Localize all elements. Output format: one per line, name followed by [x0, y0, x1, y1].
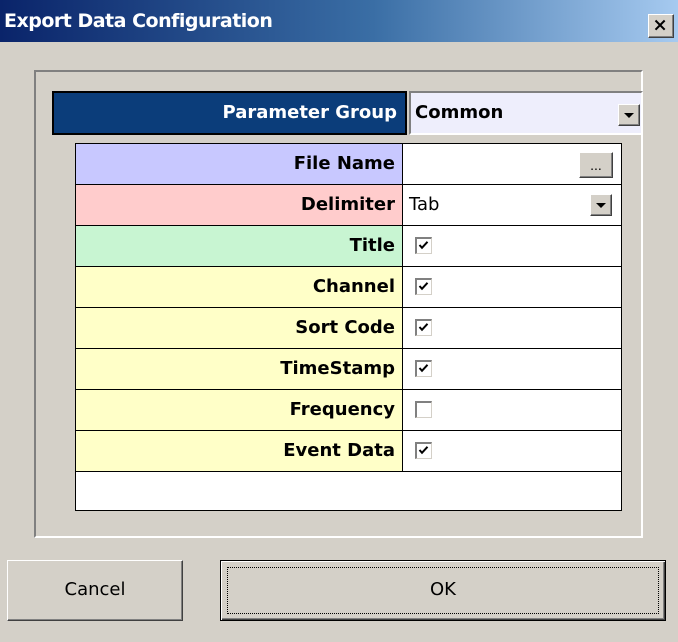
- event-data-label: Event Data: [76, 431, 403, 471]
- parameter-group-dropdown-button[interactable]: [618, 104, 640, 126]
- checkmark-icon: [418, 446, 429, 455]
- parameter-group-select[interactable]: Common: [409, 91, 643, 135]
- delimiter-label: Delimiter: [76, 185, 403, 225]
- channel-label: Channel: [76, 267, 403, 307]
- export-fields-grid: File Name ... Delimiter Tab Title Channe…: [75, 143, 622, 511]
- delimiter-select[interactable]: Tab: [403, 185, 621, 225]
- channel-value-cell: [403, 267, 621, 307]
- chevron-down-icon: [624, 113, 634, 118]
- checkmark-icon: [418, 282, 429, 291]
- channel-row: Channel: [76, 267, 621, 308]
- close-icon: [654, 19, 666, 31]
- chevron-down-icon: [596, 203, 606, 208]
- export-data-configuration-dialog: Export Data Configuration Parameter Grou…: [0, 0, 678, 642]
- cancel-button[interactable]: Cancel: [7, 560, 183, 621]
- delimiter-dropdown-button[interactable]: [590, 194, 612, 216]
- close-button[interactable]: [648, 14, 674, 38]
- browse-button-label: ...: [590, 157, 602, 173]
- sort-code-row: Sort Code: [76, 308, 621, 349]
- checkmark-icon: [418, 364, 429, 373]
- title-value-cell: [403, 226, 621, 266]
- timestamp-row: TimeStamp: [76, 349, 621, 390]
- checkmark-icon: [418, 241, 429, 250]
- title-row: Title: [76, 226, 621, 267]
- window-title: Export Data Configuration: [4, 10, 273, 32]
- ok-button[interactable]: OK: [220, 560, 666, 621]
- timestamp-value-cell: [403, 349, 621, 389]
- focus-rectangle: [227, 567, 659, 614]
- event-data-row: Event Data: [76, 431, 621, 472]
- title-bar: Export Data Configuration: [0, 0, 678, 42]
- timestamp-checkbox[interactable]: [415, 360, 432, 377]
- parameter-group-value: Common: [415, 102, 504, 123]
- title-checkbox[interactable]: [415, 237, 432, 254]
- frequency-label: Frequency: [76, 390, 403, 430]
- frequency-value-cell: [403, 390, 621, 430]
- title-label: Title: [76, 226, 403, 266]
- file-name-row: File Name ...: [76, 144, 621, 185]
- event-data-value-cell: [403, 431, 621, 471]
- browse-button[interactable]: ...: [579, 152, 613, 178]
- file-name-field[interactable]: ...: [403, 144, 621, 184]
- timestamp-label: TimeStamp: [76, 349, 403, 389]
- sort-code-value-cell: [403, 308, 621, 348]
- delimiter-value: Tab: [409, 194, 440, 215]
- channel-checkbox[interactable]: [415, 278, 432, 295]
- frequency-row: Frequency: [76, 390, 621, 431]
- sort-code-checkbox[interactable]: [415, 319, 432, 336]
- file-name-label: File Name: [76, 144, 403, 184]
- frequency-checkbox[interactable]: [415, 401, 432, 418]
- delimiter-row: Delimiter Tab: [76, 185, 621, 226]
- parameter-group-label: Parameter Group: [52, 91, 407, 135]
- sort-code-label: Sort Code: [76, 308, 403, 348]
- event-data-checkbox[interactable]: [415, 442, 432, 459]
- checkmark-icon: [418, 323, 429, 332]
- parameter-group-row: Parameter Group Common: [52, 91, 643, 135]
